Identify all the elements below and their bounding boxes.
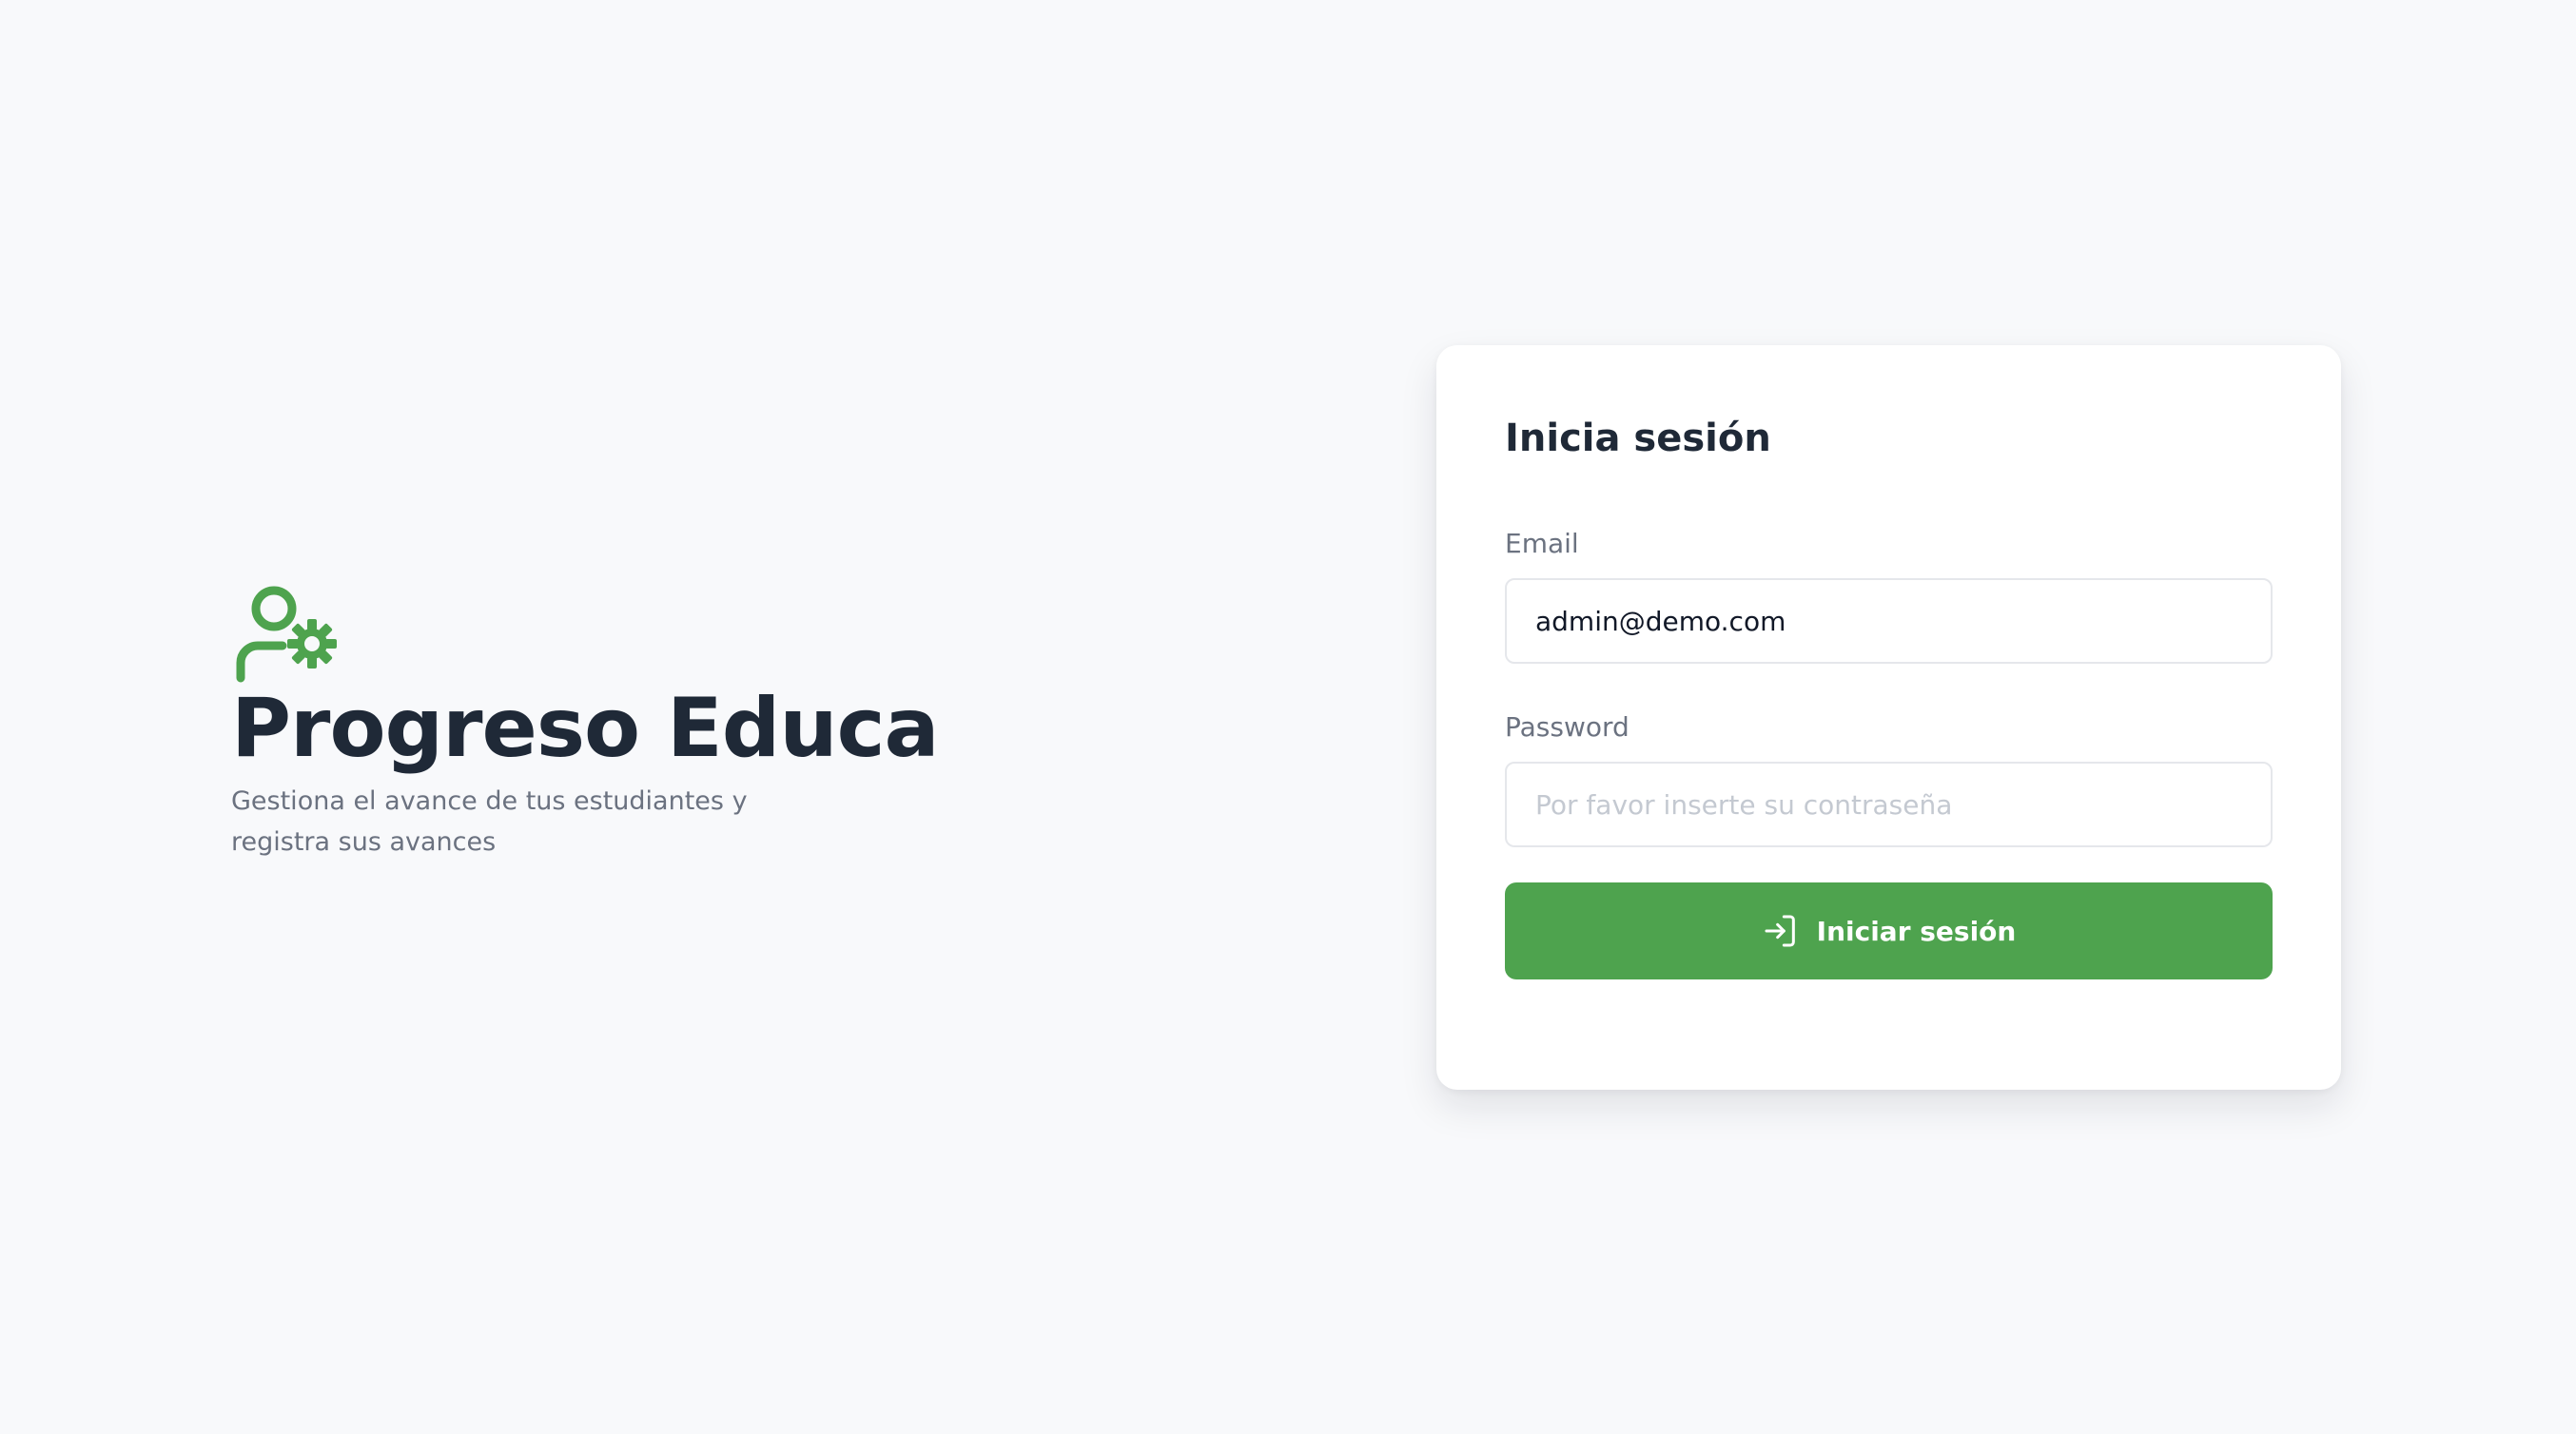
login-icon xyxy=(1765,915,1795,947)
app-subtitle: Gestiona el avance de tus estudiantes y … xyxy=(231,786,748,857)
password-label: Password xyxy=(1505,711,1630,743)
email-label: Email xyxy=(1505,528,1579,559)
login-button-label: Iniciar sesión xyxy=(1816,915,2017,947)
user-settings-icon xyxy=(236,586,337,683)
app-title: Progreso Educa xyxy=(231,681,940,776)
password-field[interactable] xyxy=(1505,762,2273,847)
login-button[interactable]: Iniciar sesión xyxy=(1505,882,2273,979)
email-field[interactable] xyxy=(1505,578,2273,664)
login-card: Inicia sesión Email Password Iniciar ses… xyxy=(1436,345,2341,1090)
brand-block: Progreso Educa Gestiona el avance de tus… xyxy=(231,585,940,862)
login-page: Progreso Educa Gestiona el avance de tus… xyxy=(0,0,2576,1434)
login-title: Inicia sesión xyxy=(1505,417,1771,460)
